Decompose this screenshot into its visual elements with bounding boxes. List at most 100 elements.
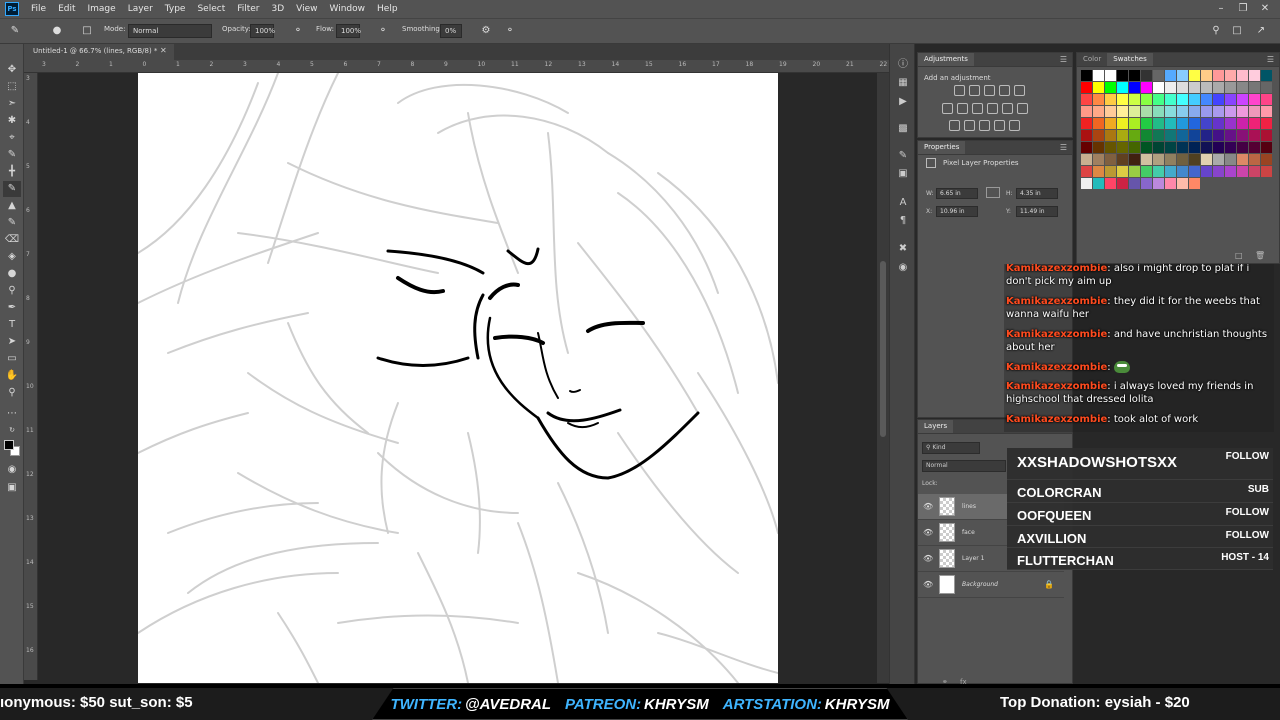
paragraph-icon[interactable]: ¶ [896, 214, 910, 228]
color-swatch[interactable] [1129, 178, 1140, 189]
clone-source-icon[interactable]: ▣ [896, 167, 910, 181]
color-swatch[interactable] [1249, 118, 1260, 129]
panel-menu-icon[interactable]: ☰ [1060, 53, 1067, 66]
color-swatch[interactable] [1141, 130, 1152, 141]
x-field[interactable]: 10.96 in [936, 206, 978, 217]
color-swatch[interactable] [1165, 70, 1176, 81]
color-swatch[interactable] [1117, 106, 1128, 117]
menu-3d[interactable]: 3D [266, 0, 291, 18]
layer-filter-select[interactable]: ⚲ Kind [922, 442, 980, 454]
panel-menu-icon[interactable]: ☰ [1267, 53, 1274, 66]
shape-tool-icon[interactable]: ▭ [3, 351, 21, 367]
eye-icon[interactable]: 👁 [923, 554, 933, 563]
trash-icon[interactable]: 🗑 [1255, 251, 1265, 260]
color-swatch[interactable] [1141, 178, 1152, 189]
color-swatch[interactable] [1093, 142, 1104, 153]
color-swatch[interactable] [1213, 142, 1224, 153]
color-swatch[interactable] [1249, 106, 1260, 117]
workspace-icon[interactable]: □ [1230, 24, 1244, 38]
search-icon[interactable]: ⚲ [1209, 24, 1223, 38]
smoothing-field[interactable]: 0% [440, 24, 462, 38]
color-swatch[interactable] [1189, 130, 1200, 141]
zoom-tool-icon[interactable]: ⚲ [3, 385, 21, 401]
color-swatch[interactable] [1225, 106, 1236, 117]
color-swatch[interactable] [1093, 106, 1104, 117]
color-swatch[interactable] [1105, 94, 1116, 105]
color-swatch[interactable] [1093, 70, 1104, 81]
color-swatch[interactable] [1261, 130, 1272, 141]
posterize-icon[interactable] [964, 120, 975, 131]
color-swatch[interactable] [1141, 154, 1152, 165]
flow-field[interactable]: 100% [336, 24, 361, 38]
actions-icon[interactable]: ▦ [896, 76, 910, 90]
color-swatch[interactable] [1105, 130, 1116, 141]
color-swatch[interactable] [1141, 118, 1152, 129]
tab-layers[interactable]: Layers [918, 420, 954, 433]
menu-file[interactable]: File [25, 0, 52, 18]
y-field[interactable]: 11.49 in [1016, 206, 1058, 217]
layer-row[interactable]: 👁 Background 🔒 [918, 572, 1064, 598]
color-swatch[interactable] [1177, 70, 1188, 81]
blend-mode-select[interactable]: Normal [922, 460, 1006, 472]
color-swatch[interactable] [1225, 118, 1236, 129]
swap-colors-icon[interactable]: ↻ [3, 422, 21, 438]
exposure-icon[interactable] [999, 85, 1010, 96]
document-canvas[interactable] [137, 73, 779, 683]
color-swatch[interactable] [1165, 178, 1176, 189]
color-swatch[interactable] [1261, 142, 1272, 153]
color-swatch[interactable] [1201, 70, 1212, 81]
color-swatch[interactable] [1117, 130, 1128, 141]
mode-select[interactable]: Normal [128, 24, 212, 38]
invert-icon[interactable] [949, 120, 960, 131]
color-swatch[interactable] [1117, 178, 1128, 189]
document-tab[interactable]: Untitled-1 @ 66.7% (lines, RGB/8) * ✕ [24, 44, 174, 60]
gear-icon[interactable]: ⚙ [479, 24, 493, 38]
color-swatch[interactable] [1201, 82, 1212, 93]
menu-edit[interactable]: Edit [52, 0, 81, 18]
pen-tool-icon[interactable]: ✒ [3, 300, 21, 316]
color-swatch[interactable] [1201, 94, 1212, 105]
color-swatch[interactable] [1213, 130, 1224, 141]
color-swatch[interactable] [1081, 178, 1092, 189]
color-swatch[interactable] [1093, 166, 1104, 177]
color-swatch[interactable] [1261, 106, 1272, 117]
color-swatch[interactable] [1249, 142, 1260, 153]
brush-settings-icon[interactable]: □ [80, 24, 94, 38]
color-swatch[interactable] [1165, 82, 1176, 93]
tab-adjustments[interactable]: Adjustments [918, 53, 974, 66]
color-swatch[interactable] [1237, 118, 1248, 129]
color-swatch[interactable] [1177, 118, 1188, 129]
color-swatch[interactable] [1249, 94, 1260, 105]
foreground-color-swatch[interactable] [4, 440, 14, 450]
restore-icon[interactable]: ❐ [1232, 0, 1254, 18]
color-swatch[interactable] [1225, 94, 1236, 105]
pressure-size-icon[interactable]: ⚬ [503, 24, 517, 38]
color-swatch[interactable] [1105, 118, 1116, 129]
color-lookup-icon[interactable] [1017, 103, 1028, 114]
color-swatch[interactable] [1237, 166, 1248, 177]
color-swatch[interactable] [1081, 70, 1092, 81]
color-swatch[interactable] [1201, 130, 1212, 141]
menu-select[interactable]: Select [191, 0, 231, 18]
share-icon[interactable]: ↗ [1254, 24, 1268, 38]
color-swatch[interactable] [1189, 178, 1200, 189]
color-swatch[interactable] [1081, 106, 1092, 117]
color-swatch[interactable] [1237, 130, 1248, 141]
color-swatch[interactable] [1093, 130, 1104, 141]
color-swatch[interactable] [1153, 106, 1164, 117]
color-swatch[interactable] [1117, 70, 1128, 81]
color-swatch[interactable] [1201, 142, 1212, 153]
selective-color-icon[interactable] [1009, 120, 1020, 131]
color-swatch[interactable] [1201, 118, 1212, 129]
color-swatch[interactable] [1177, 154, 1188, 165]
color-swatch[interactable] [1129, 142, 1140, 153]
color-swatch[interactable] [1165, 94, 1176, 105]
vibrance-icon[interactable] [1014, 85, 1025, 96]
color-swatch[interactable] [1261, 82, 1272, 93]
blur-tool-icon[interactable]: ● [3, 266, 21, 282]
eye-icon[interactable]: 👁 [923, 528, 933, 537]
vertical-scrollbar[interactable] [877, 73, 889, 683]
color-swatch[interactable] [1141, 106, 1152, 117]
color-swatch[interactable] [1165, 142, 1176, 153]
bucket-tool-icon[interactable]: ◈ [3, 249, 21, 265]
